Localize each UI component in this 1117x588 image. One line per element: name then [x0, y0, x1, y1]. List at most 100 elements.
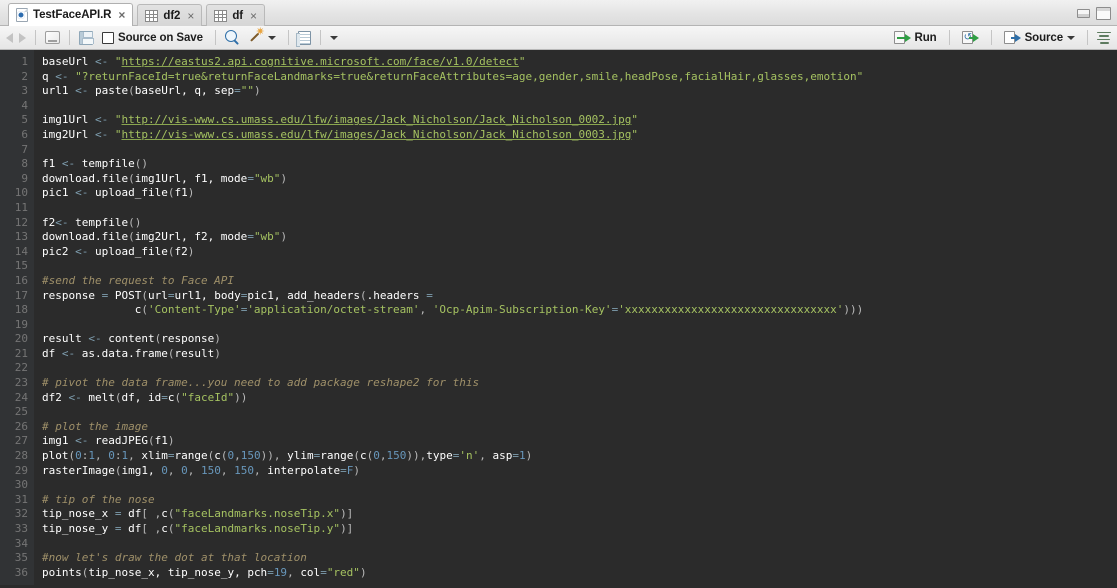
code-line[interactable]: #send the request to Face API — [42, 274, 1117, 289]
code-line[interactable]: download.file(img1Url, f1, mode="wb") — [42, 172, 1117, 187]
code-line[interactable]: df <- as.data.frame(result) — [42, 347, 1117, 362]
code-token: "" — [240, 84, 254, 98]
line-number: 14 — [14, 244, 28, 258]
forward-arrow-icon[interactable] — [19, 32, 26, 43]
code-line[interactable]: q <- "?returnFaceId=true&returnFaceLandm… — [42, 70, 1117, 85]
code-line[interactable]: img2Url <- "http://vis-www.cs.umass.edu/… — [42, 128, 1117, 143]
code-token: df — [128, 507, 142, 521]
run-button[interactable]: Run — [891, 28, 940, 47]
code-line[interactable]: download.file(img2Url, f2, mode="wb") — [42, 230, 1117, 245]
code-token: , — [379, 449, 387, 463]
tab-close-icon[interactable]: × — [187, 10, 194, 22]
code-token: url1, body — [174, 288, 241, 302]
code-token: content — [108, 332, 155, 346]
r-file-icon — [16, 8, 28, 22]
source-button[interactable]: Source — [1001, 28, 1078, 47]
code-line[interactable]: f2<- tempfile() — [42, 216, 1117, 231]
code-token: 1 — [519, 449, 526, 463]
source-on-save-checkbox[interactable]: Source on Save — [99, 28, 206, 47]
code-line[interactable]: # tip of the nose — [42, 493, 1117, 508]
save-icon[interactable] — [79, 30, 94, 45]
document-outline-icon[interactable] — [1097, 31, 1111, 44]
code-token: # tip of the nose — [42, 492, 155, 506]
code-token: )] — [340, 507, 354, 521]
code-token: asp — [492, 449, 513, 463]
code-token: q — [42, 69, 56, 83]
code-line[interactable] — [42, 478, 1117, 493]
tab-close-icon[interactable]: × — [118, 9, 125, 21]
code-line[interactable] — [42, 259, 1117, 274]
code-line[interactable]: tip_nose_y = df[ ,c("faceLandmarks.noseT… — [42, 522, 1117, 537]
tab-close-icon[interactable]: × — [250, 10, 257, 22]
code-token: , — [234, 449, 241, 463]
code-line[interactable]: img1Url <- "http://vis-www.cs.umass.edu/… — [42, 113, 1117, 128]
line-number: 24 — [14, 390, 28, 404]
compile-report-icon[interactable] — [295, 30, 311, 47]
code-token: f2 — [174, 244, 188, 258]
code-token: "?returnFaceId=true&returnFaceLandmarks=… — [75, 69, 864, 83]
back-arrow-icon[interactable] — [6, 32, 13, 43]
toolbar-divider — [214, 30, 216, 45]
code-token: <- — [75, 434, 95, 448]
code-line[interactable]: baseUrl <- "https://eastus2.api.cognitiv… — [42, 55, 1117, 70]
code-line[interactable]: plot(0:1, 0:1, xlim=range(c(0,150)), yli… — [42, 449, 1117, 464]
rerun-button[interactable]: ↺ — [959, 28, 982, 47]
code-line[interactable]: c('Content-Type'='application/octet-stre… — [42, 303, 1117, 318]
line-number: 20 — [14, 332, 28, 346]
code-line[interactable] — [42, 361, 1117, 376]
code-token: "faceLandmarks.noseTip.x" — [174, 507, 341, 521]
compile-report-chevron-down-icon[interactable] — [329, 35, 338, 40]
code-token: img1 — [42, 434, 76, 448]
code-line[interactable] — [42, 537, 1117, 552]
line-number: 35 — [14, 551, 28, 565]
code-line[interactable]: pic1 <- upload_file(f1) — [42, 186, 1117, 201]
code-token: )), — [260, 449, 288, 463]
code-line[interactable]: img1 <- readJPEG(f1) — [42, 434, 1117, 449]
code-line[interactable]: pic2 <- upload_file(f2) — [42, 245, 1117, 260]
code-token: result — [174, 346, 215, 360]
code-line[interactable] — [42, 99, 1117, 114]
code-content[interactable]: baseUrl <- "https://eastus2.api.cognitiv… — [34, 50, 1117, 588]
chevron-down-icon[interactable] — [267, 35, 276, 40]
checkbox-icon[interactable] — [102, 31, 114, 44]
code-line[interactable] — [42, 201, 1117, 216]
code-token: " — [631, 127, 639, 141]
tab-df2[interactable]: df2 × — [137, 4, 203, 26]
search-icon[interactable] — [224, 30, 240, 45]
code-token: 0 — [108, 449, 115, 463]
code-token: 'application/octet-stream' — [247, 303, 420, 317]
tab-df[interactable]: df × — [206, 4, 266, 26]
toolbar-divider — [1087, 30, 1088, 45]
code-line[interactable] — [42, 318, 1117, 333]
code-line[interactable]: #now let's draw the dot at that location — [42, 551, 1117, 566]
code-line[interactable]: rasterImage(img1, 0, 0, 150, 150, interp… — [42, 464, 1117, 479]
code-line[interactable]: url1 <- paste(baseUrl, q, sep="") — [42, 84, 1117, 99]
tab-testfaceapi-r[interactable]: TestFaceAPI.R × — [8, 3, 134, 26]
code-tools-button[interactable] — [246, 27, 279, 47]
code-token: url1 — [42, 84, 76, 98]
minimize-pane-icon[interactable] — [1077, 9, 1090, 18]
code-line[interactable] — [42, 143, 1117, 158]
code-token: )), — [406, 449, 427, 463]
code-token: = — [340, 463, 347, 477]
line-number: 8 — [21, 157, 28, 171]
code-line[interactable]: result <- content(response) — [42, 332, 1117, 347]
code-token: 0 — [75, 449, 82, 463]
show-in-new-window-icon[interactable] — [45, 31, 60, 44]
code-editor[interactable]: 1 2 3 4 5 6 7 8 9 10 11 12 13 14 15 16 17 18 19 20 21 22 23 24 2… — [0, 50, 1117, 588]
toolbar-divider — [990, 30, 992, 45]
source-chevron-down-icon[interactable] — [1067, 35, 1075, 40]
code-token: http://vis-www.cs.umass.edu/lfw/images/J… — [121, 127, 632, 141]
code-line[interactable]: f1 <- tempfile() — [42, 157, 1117, 172]
code-line[interactable]: response = POST(url=url1, body=pic1, add… — [42, 289, 1117, 304]
code-line[interactable]: tip_nose_x = df[ ,c("faceLandmarks.noseT… — [42, 507, 1117, 522]
code-line[interactable]: # plot the image — [42, 420, 1117, 435]
maximize-pane-icon[interactable] — [1096, 7, 1111, 20]
code-line[interactable]: df2 <- melt(df, id=c("faceId")) — [42, 391, 1117, 406]
line-number: 16 — [14, 273, 28, 287]
code-token: img2Url, f2, mode — [134, 230, 248, 244]
code-line[interactable] — [42, 405, 1117, 420]
code-line[interactable]: # pivot the data frame...you need to add… — [42, 376, 1117, 391]
code-token: ( — [220, 449, 228, 463]
code-line[interactable]: points(tip_nose_x, tip_nose_y, pch=19, c… — [42, 566, 1117, 581]
